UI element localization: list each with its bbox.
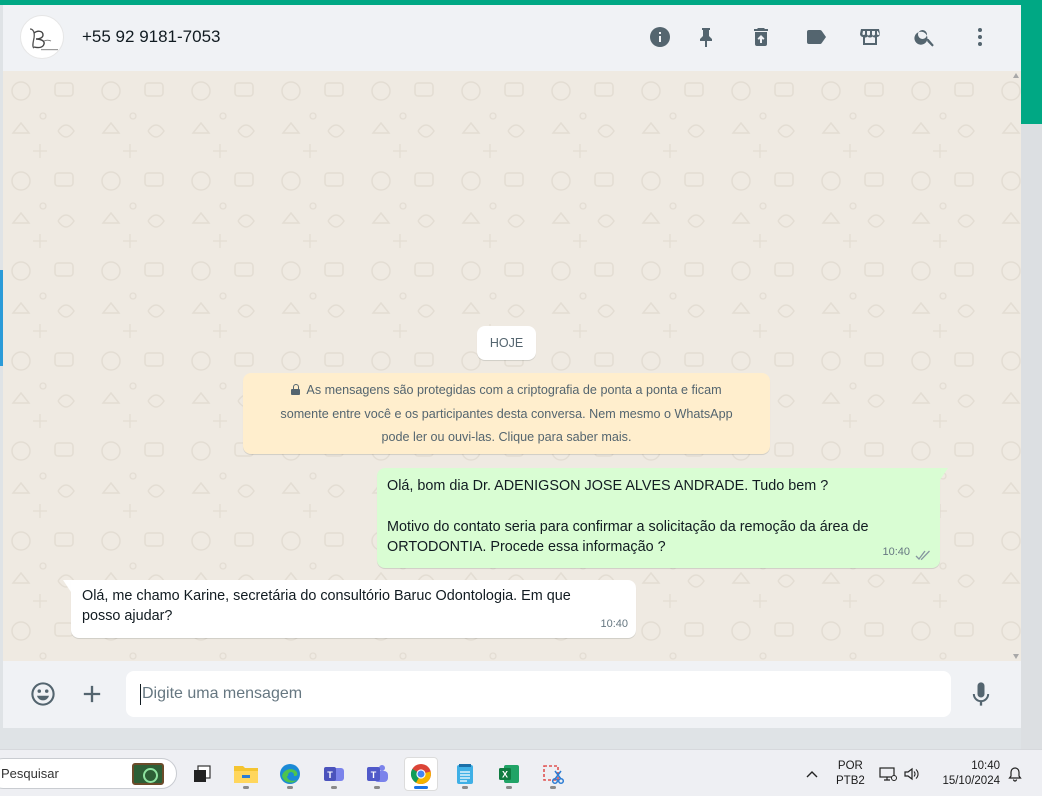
encryption-notice-line-2: somente entre você e os participantes de… bbox=[280, 406, 733, 421]
contact-name[interactable]: +55 92 9181-7053 bbox=[82, 27, 221, 47]
message-input[interactable] bbox=[126, 671, 951, 717]
speaker-icon bbox=[904, 767, 919, 780]
message-timestamp: 10:40 bbox=[600, 618, 628, 630]
pin-icon bbox=[700, 28, 712, 47]
search-messages-button[interactable] bbox=[912, 24, 938, 50]
message-text-line: Olá, bom dia Dr. ADENIGSON JOSE ALVES AN… bbox=[387, 478, 829, 494]
tray-overflow-button[interactable] bbox=[805, 750, 819, 796]
window-background bbox=[0, 728, 1021, 749]
svg-text:T: T bbox=[371, 770, 377, 780]
chat-menu-button[interactable] bbox=[967, 24, 993, 50]
background-accent-panel bbox=[1021, 5, 1042, 124]
search-icon bbox=[914, 30, 934, 47]
lock-icon bbox=[291, 384, 301, 395]
chevron-up-icon bbox=[806, 770, 818, 777]
taskbar-excel[interactable]: X bbox=[492, 757, 526, 791]
search-highlight-icon bbox=[132, 763, 164, 785]
message-text-line: Motivo do contato seria para confirmar a… bbox=[387, 519, 869, 535]
encryption-notice-line-1: As mensagens são protegidas com a cripto… bbox=[306, 383, 722, 397]
double-check-icon bbox=[915, 550, 930, 561]
scroll-down-arrow[interactable] bbox=[1013, 654, 1019, 659]
label-chat-button[interactable] bbox=[803, 24, 829, 50]
folder-icon bbox=[234, 766, 258, 783]
language-indicator[interactable]: POR PTB2 bbox=[836, 750, 865, 796]
background-panel bbox=[1021, 124, 1042, 749]
store-icon bbox=[860, 29, 880, 45]
chrome-icon bbox=[410, 764, 431, 784]
outgoing-bubble-tail bbox=[940, 468, 948, 480]
volume-button[interactable] bbox=[903, 750, 921, 796]
snipping-tool-icon bbox=[543, 765, 565, 785]
voice-message-button[interactable] bbox=[966, 679, 996, 709]
pin-chat-button[interactable] bbox=[693, 24, 719, 50]
taskbar-notepad[interactable] bbox=[448, 757, 482, 791]
keyboard-layout: PTB2 bbox=[836, 774, 865, 787]
chat-doodle-background bbox=[3, 71, 1021, 661]
taskbar-search-placeholder: Pesquisar bbox=[1, 766, 59, 781]
incoming-message[interactable]: Olá, me chamo Karine, secretária do cons… bbox=[71, 580, 636, 638]
message-composer bbox=[3, 661, 1021, 728]
label-icon bbox=[807, 30, 826, 44]
taskbar-task-view[interactable] bbox=[185, 757, 219, 791]
language-code: POR bbox=[837, 759, 863, 772]
baruc-logo-icon bbox=[29, 28, 58, 51]
message-text-line: Olá, me chamo Karine, secretária do cons… bbox=[82, 588, 571, 604]
message-timestamp: 10:40 bbox=[882, 546, 910, 558]
clock-date: 15/10/2024 bbox=[942, 774, 1000, 787]
menu-dots-icon bbox=[978, 28, 982, 46]
teams-icon: T bbox=[324, 767, 344, 781]
info-icon bbox=[650, 27, 670, 47]
notifications-button[interactable] bbox=[1007, 750, 1023, 796]
taskbar-snipping-tool[interactable] bbox=[536, 757, 570, 791]
edge-icon bbox=[280, 764, 300, 784]
date-separator: HOJE bbox=[477, 326, 536, 360]
microphone-icon bbox=[972, 682, 990, 706]
clock-time: 10:40 bbox=[971, 759, 1000, 772]
message-text-line: ORTODONTIA. Procede essa informação ? bbox=[387, 539, 666, 555]
taskbar-edge[interactable] bbox=[273, 757, 307, 791]
plus-icon bbox=[83, 685, 101, 703]
svg-text:T: T bbox=[327, 770, 333, 780]
encryption-notice[interactable]: As mensagens são protegidas com a cripto… bbox=[243, 373, 770, 454]
notepad-icon bbox=[457, 764, 473, 784]
message-paragraph-gap bbox=[387, 496, 930, 517]
incoming-bubble-tail bbox=[63, 580, 71, 592]
message-list[interactable]: HOJE As mensagens são protegidas com a c… bbox=[3, 71, 1021, 661]
taskbar-file-explorer[interactable] bbox=[229, 757, 263, 791]
delete-icon bbox=[754, 28, 768, 46]
svg-text:X: X bbox=[502, 770, 508, 780]
contact-info-button[interactable] bbox=[647, 24, 673, 50]
delete-chat-button[interactable] bbox=[748, 24, 774, 50]
contact-avatar[interactable] bbox=[20, 15, 64, 59]
taskbar-clock[interactable]: 10:40 15/10/2024 bbox=[936, 750, 1000, 796]
chat-header: +55 92 9181-7053 bbox=[3, 5, 1021, 71]
scroll-up-arrow[interactable] bbox=[1013, 73, 1019, 78]
emoji-button[interactable] bbox=[28, 679, 58, 709]
attach-button[interactable] bbox=[77, 679, 107, 709]
text-cursor bbox=[140, 684, 141, 705]
network-status-button[interactable] bbox=[879, 750, 897, 796]
message-list-scrollbar[interactable] bbox=[1011, 71, 1021, 661]
windows-taskbar: Pesquisar T T X POR PTB2 10:40 15/10/202… bbox=[0, 749, 1042, 796]
message-text-line: posso ajudar? bbox=[82, 608, 173, 624]
teams-icon: T bbox=[367, 765, 388, 782]
taskbar-teams-work[interactable]: T bbox=[317, 757, 351, 791]
taskbar-teams[interactable]: T bbox=[360, 757, 394, 791]
task-view-icon bbox=[194, 765, 211, 782]
taskbar-chrome[interactable] bbox=[404, 757, 438, 791]
bell-icon bbox=[1008, 766, 1022, 782]
encryption-notice-line-3: pode ler ou ouvi-las. Clique para saber … bbox=[381, 430, 632, 444]
emoji-icon bbox=[31, 682, 55, 706]
taskbar-search-box[interactable]: Pesquisar bbox=[0, 758, 177, 789]
excel-icon: X bbox=[499, 765, 519, 783]
network-icon bbox=[879, 766, 897, 781]
outgoing-message[interactable]: Olá, bom dia Dr. ADENIGSON JOSE ALVES AN… bbox=[377, 468, 940, 568]
catalog-button[interactable] bbox=[857, 24, 883, 50]
